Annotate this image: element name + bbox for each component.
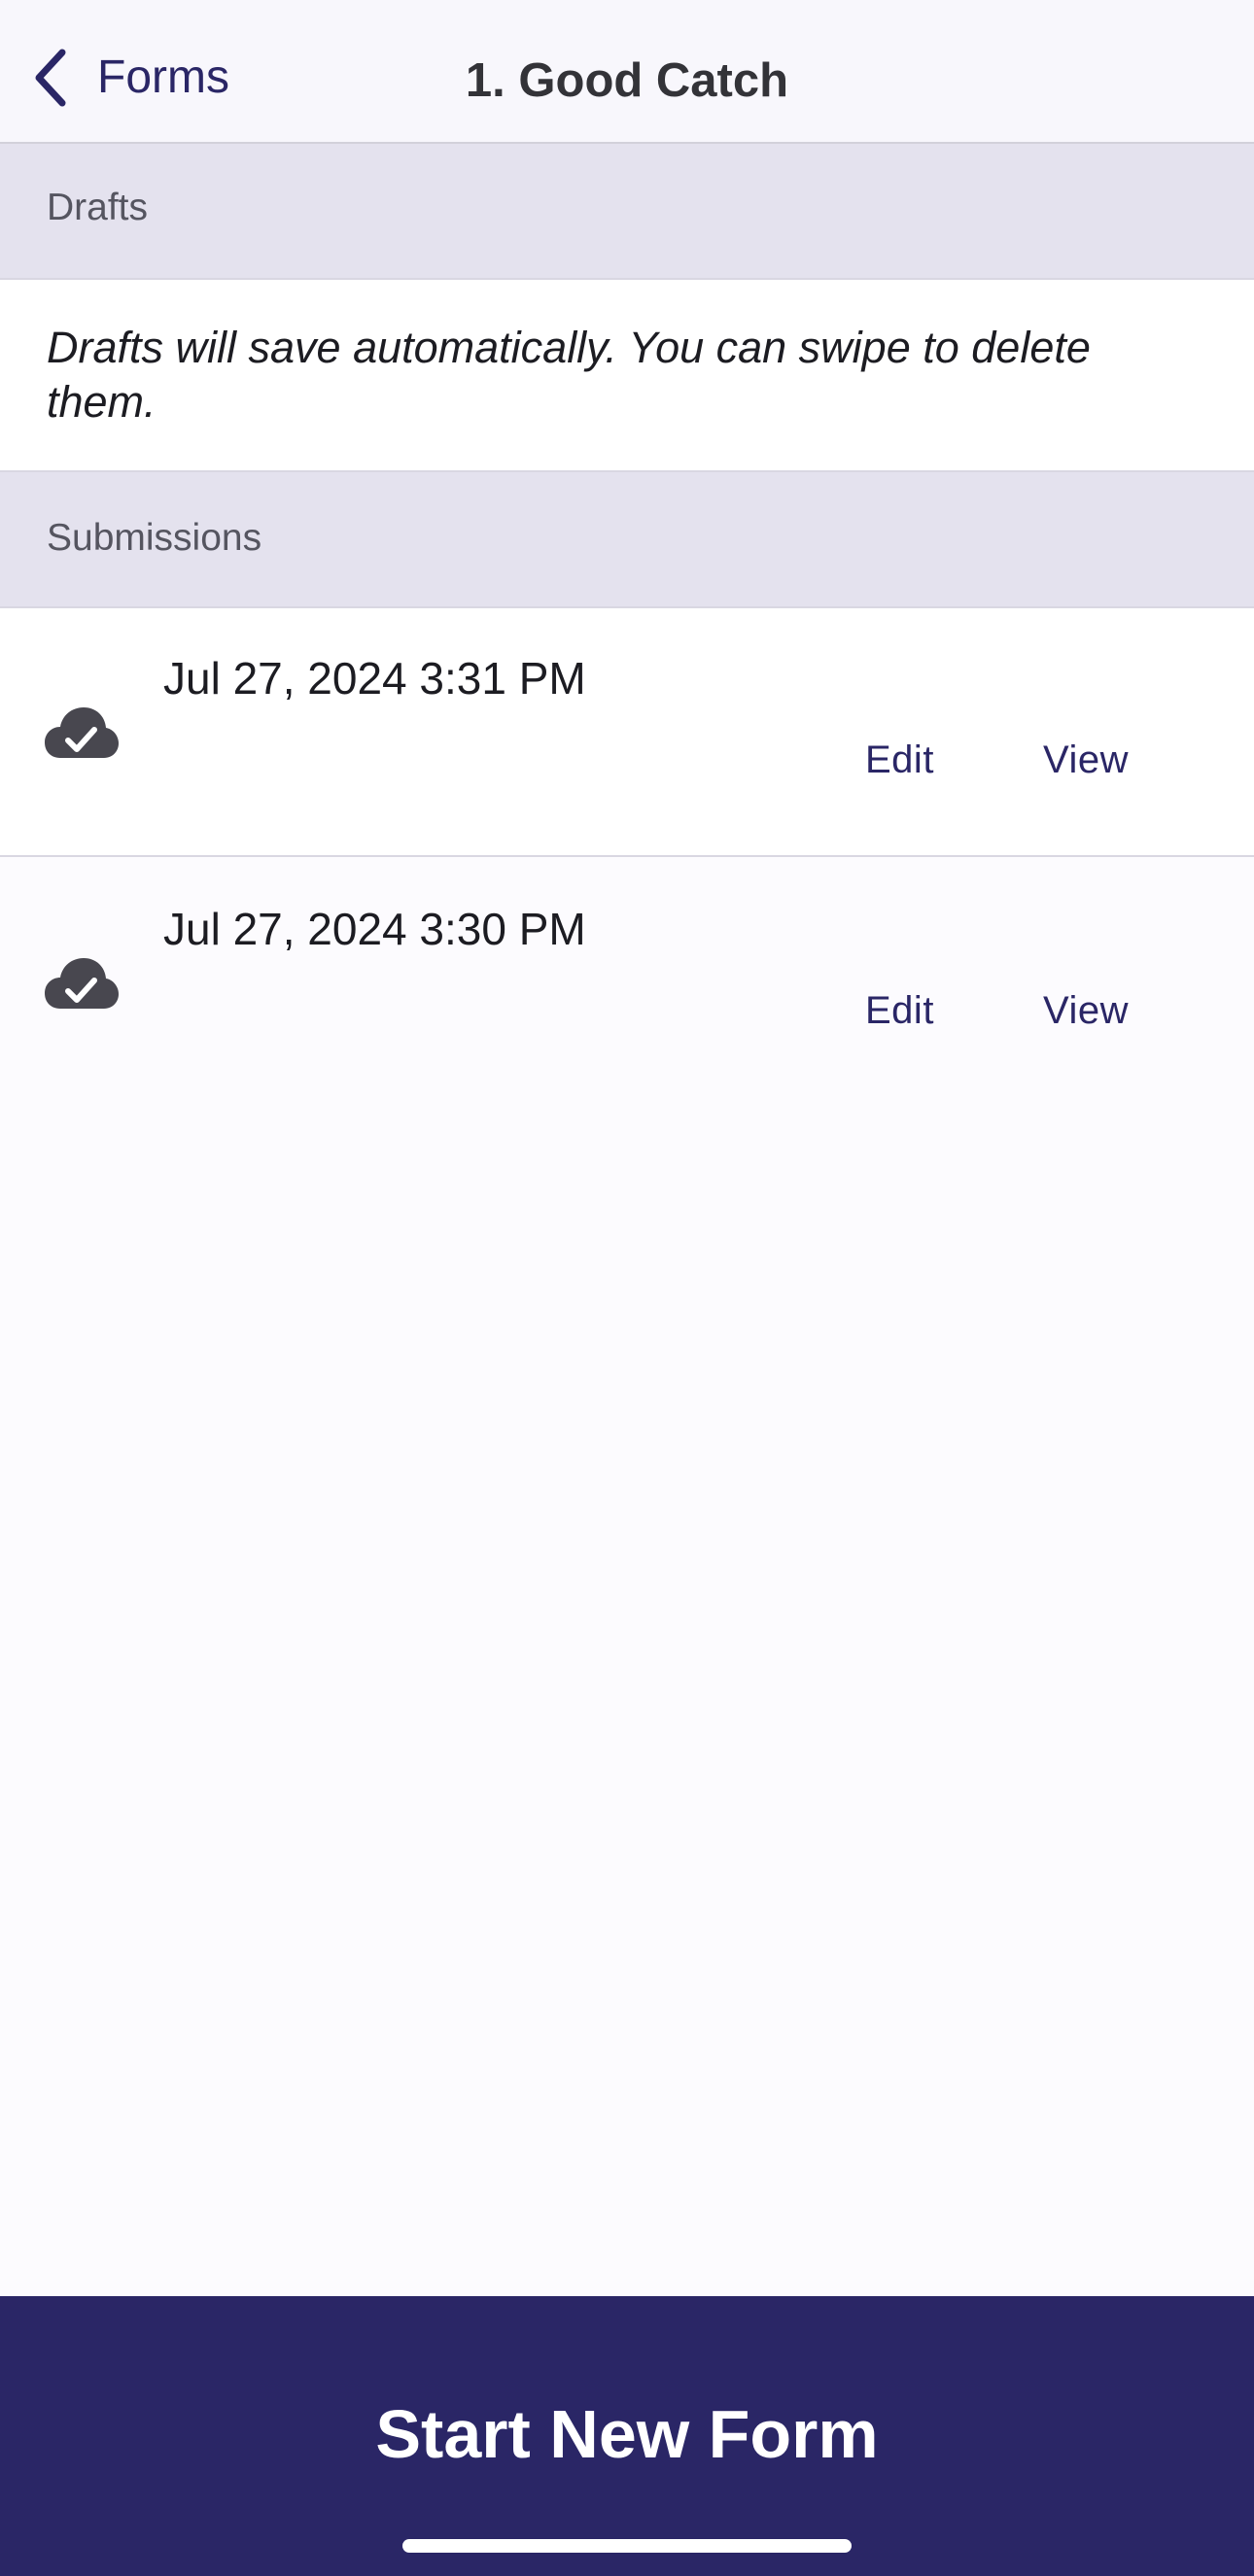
submission-row: Jul 27, 2024 3:31 PM Edit View xyxy=(0,608,1254,857)
cloud-check-icon xyxy=(45,956,119,1011)
start-new-form-button[interactable]: Start New Form xyxy=(0,2296,1254,2576)
start-new-form-label: Start New Form xyxy=(375,2396,879,2472)
bottom-bar: Start New Form xyxy=(0,2296,1254,2576)
edit-button[interactable]: Edit xyxy=(865,733,934,787)
drafts-section-header: Drafts xyxy=(0,144,1254,280)
submissions-section-header: Submissions xyxy=(0,472,1254,608)
back-button[interactable]: Forms xyxy=(29,41,229,115)
home-indicator xyxy=(402,2539,852,2553)
chevron-left-icon xyxy=(29,47,72,109)
submissions-header-label: Submissions xyxy=(47,517,262,559)
drafts-info-cell: Drafts will save automatically. You can … xyxy=(0,280,1254,472)
submission-date: Jul 27, 2024 3:30 PM xyxy=(163,904,586,954)
back-button-label: Forms xyxy=(97,52,229,103)
drafts-info-text: Drafts will save automatically. You can … xyxy=(47,323,1091,427)
edit-button[interactable]: Edit xyxy=(865,983,934,1038)
navigation-bar: Forms 1. Good Catch xyxy=(0,0,1254,144)
view-button[interactable]: View xyxy=(1043,983,1129,1038)
drafts-header-label: Drafts xyxy=(47,187,149,228)
cloud-check-icon xyxy=(45,705,119,760)
view-button[interactable]: View xyxy=(1043,733,1129,787)
submission-date: Jul 27, 2024 3:31 PM xyxy=(163,653,586,704)
submission-row: Jul 27, 2024 3:30 PM Edit View xyxy=(0,859,1254,1108)
